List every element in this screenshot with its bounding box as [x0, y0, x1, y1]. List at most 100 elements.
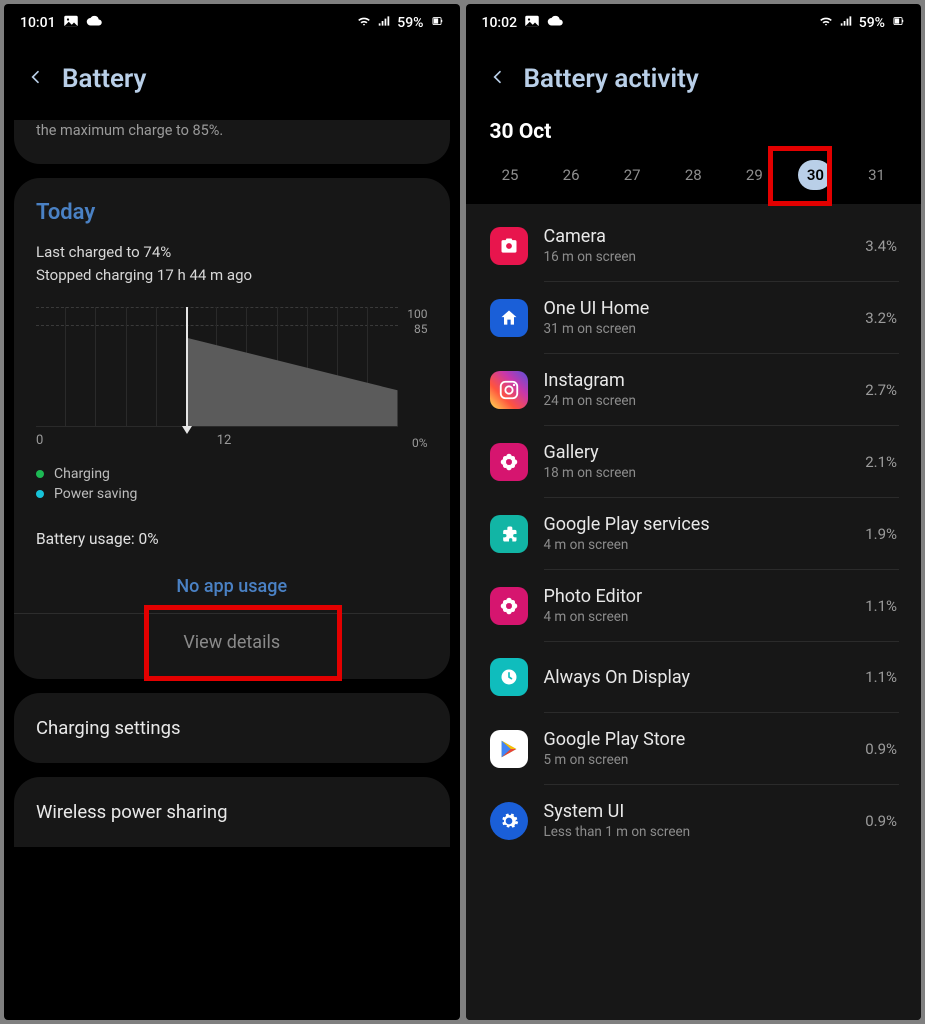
back-icon[interactable]: [490, 65, 506, 93]
date-tab-26[interactable]: 26: [548, 158, 594, 192]
battery-chart[interactable]: 100 85 0% 0 12: [36, 307, 428, 448]
wifi-icon: [819, 14, 833, 32]
app-name: Gallery: [544, 442, 850, 463]
picture-icon: [62, 12, 80, 34]
chart-y-0: 0%: [412, 436, 428, 450]
app-subtext: 5 m on screen: [544, 752, 850, 768]
chart-area-fill: [36, 307, 398, 426]
chart-y-85: 85: [407, 322, 427, 336]
cloud-icon: [547, 12, 565, 34]
app-subtext: Less than 1 m on screen: [544, 824, 850, 840]
app-percent: 0.9%: [865, 812, 897, 830]
app-percent: 1.1%: [865, 668, 897, 686]
charging-settings-row[interactable]: Charging settings: [14, 693, 450, 763]
app-subtext: 16 m on screen: [544, 249, 850, 265]
battery-icon: [891, 14, 905, 32]
date-tab-28[interactable]: 28: [670, 158, 716, 192]
legend-power-saving: Power saving: [54, 486, 137, 502]
date-heading: 30 Oct: [466, 120, 922, 144]
app-usage-list[interactable]: Camera16 m on screen3.4%One UI Home31 m …: [466, 204, 922, 1020]
status-bar: 10:01 59%: [4, 4, 460, 38]
app-row[interactable]: One UI Home31 m on screen3.2%: [466, 282, 922, 353]
chart-x-0: 0: [36, 433, 217, 448]
app-subtext: 31 m on screen: [544, 321, 850, 337]
app-row[interactable]: Google Play services 4 m on screen 1.9%: [466, 498, 922, 569]
date-tab-30[interactable]: 30: [798, 160, 832, 190]
battery-pct: 59%: [397, 15, 423, 31]
view-details-button[interactable]: View details: [36, 614, 428, 657]
today-card: Today Last charged to 74% Stopped chargi…: [14, 178, 450, 680]
app-percent: 1.1%: [865, 597, 897, 615]
app-percent: 3.2%: [865, 309, 897, 327]
signal-icon: [377, 14, 391, 32]
gear-icon: [490, 802, 528, 840]
app-name: Photo Editor: [544, 586, 850, 607]
app-name: Camera: [544, 226, 850, 247]
instagram-icon: [490, 371, 528, 409]
app-percent: 2.1%: [865, 453, 897, 471]
app-subtext: 24 m on screen: [544, 393, 850, 409]
app-name: Always On Display: [544, 667, 850, 688]
clock-icon: [490, 658, 528, 696]
app-subtext: 4 m on screen: [544, 537, 850, 553]
charging-settings-label: Charging settings: [36, 717, 428, 739]
date-tabs: 25 26 27 28 29 30 31: [466, 158, 922, 204]
date-tab-27[interactable]: 27: [609, 158, 655, 192]
back-icon[interactable]: [28, 65, 44, 93]
app-row[interactable]: Gallery 18 m on screen 2.1%: [466, 426, 922, 497]
chart-y-100: 100: [407, 307, 427, 321]
app-row[interactable]: System UI Less than 1 m on screen 0.9%: [466, 785, 922, 856]
flower-icon: [490, 443, 528, 481]
page-title: Battery activity: [524, 64, 699, 94]
status-bar: 10:02 59%: [466, 4, 922, 38]
app-row[interactable]: Photo Editor4 m on screen1.1%: [466, 570, 922, 641]
chart-x-12: 12: [217, 433, 398, 448]
date-tab-25[interactable]: 25: [487, 158, 533, 192]
date-tab-29[interactable]: 29: [731, 158, 777, 192]
chart-now-marker: [186, 307, 188, 426]
app-percent: 3.4%: [865, 237, 897, 255]
app-name: Google Play services: [544, 514, 850, 535]
app-subtext: 18 m on screen: [544, 465, 850, 481]
app-row[interactable]: Google Play Store 5 m on screen 0.9%: [466, 713, 922, 784]
intro-text: the maximum charge to 85%.: [36, 120, 428, 142]
app-row[interactable]: Always On Display 1.1%: [466, 642, 922, 712]
cloud-icon: [86, 12, 104, 34]
screen-battery: 10:01 59% Battery the maximum: [4, 4, 460, 1020]
legend-charging: Charging: [54, 466, 110, 482]
battery-usage: Battery usage: 0%: [36, 530, 428, 548]
flower-icon: [490, 587, 528, 625]
battery-icon: [430, 14, 444, 32]
dot-power-saving-icon: [36, 490, 44, 498]
wireless-power-label: Wireless power sharing: [36, 801, 428, 823]
signal-icon: [839, 14, 853, 32]
battery-pct: 59%: [859, 15, 885, 31]
intro-card: the maximum charge to 85%.: [14, 120, 450, 164]
wireless-power-sharing-row[interactable]: Wireless power sharing: [14, 777, 450, 847]
page-title: Battery: [62, 64, 146, 94]
app-percent: 0.9%: [865, 740, 897, 758]
status-time: 10:02: [482, 15, 518, 31]
status-time: 10:01: [20, 15, 56, 31]
camera-icon: [490, 227, 528, 265]
app-name: Google Play Store: [544, 729, 850, 750]
chart-legend: Charging Power saving: [36, 466, 428, 502]
app-percent: 2.7%: [865, 381, 897, 399]
app-percent: 1.9%: [865, 525, 897, 543]
screen-battery-activity: 10:02 59% Battery activity 30 Oct 25 26 27…: [466, 4, 922, 1020]
app-row[interactable]: Instagram24 m on screen2.7%: [466, 354, 922, 425]
last-charged: Last charged to 74%: [36, 241, 428, 264]
no-app-usage: No app usage: [36, 576, 428, 607]
date-tab-31[interactable]: 31: [854, 158, 900, 192]
picture-icon: [523, 12, 541, 34]
today-title: Today: [36, 200, 428, 225]
home-icon: [490, 299, 528, 337]
wifi-icon: [357, 14, 371, 32]
dot-charging-icon: [36, 470, 44, 478]
app-name: System UI: [544, 801, 850, 822]
app-row[interactable]: Camera 16 m on screen 3.4%: [466, 210, 922, 281]
puzzle-icon: [490, 515, 528, 553]
play-icon: [490, 730, 528, 768]
app-header: Battery activity: [466, 38, 922, 120]
app-header: Battery: [4, 38, 460, 120]
